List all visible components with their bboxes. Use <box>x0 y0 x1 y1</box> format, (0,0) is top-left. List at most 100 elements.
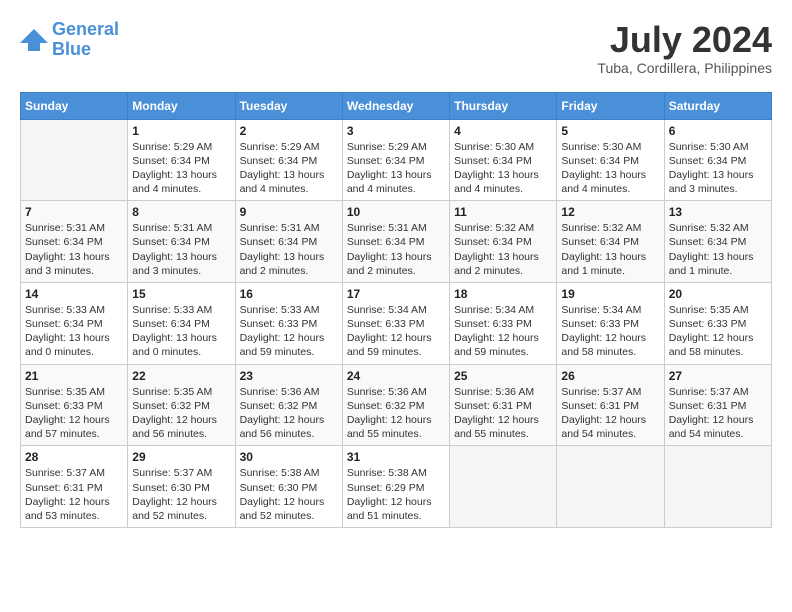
page-header: General Blue July 2024 Tuba, Cordillera,… <box>20 20 772 76</box>
day-info: Sunrise: 5:37 AM Sunset: 6:30 PM Dayligh… <box>132 466 230 523</box>
day-cell: 29 Sunrise: 5:37 AM Sunset: 6:30 PM Dayli… <box>128 446 235 528</box>
day-number: 21 <box>25 369 123 383</box>
day-number: 27 <box>669 369 767 383</box>
day-info: Sunrise: 5:38 AM Sunset: 6:30 PM Dayligh… <box>240 466 338 523</box>
week-row-4: 21 Sunrise: 5:35 AM Sunset: 6:33 PM Dayli… <box>21 364 772 446</box>
weekday-header-thursday: Thursday <box>450 92 557 119</box>
logo-line2: Blue <box>52 39 91 59</box>
day-cell: 15 Sunrise: 5:33 AM Sunset: 6:34 PM Dayli… <box>128 282 235 364</box>
day-number: 19 <box>561 287 659 301</box>
month-year: July 2024 <box>597 20 772 60</box>
day-number: 24 <box>347 369 445 383</box>
weekday-header-row: SundayMondayTuesdayWednesdayThursdayFrid… <box>21 92 772 119</box>
day-cell: 22Sunrise: 5:35 AM Sunset: 6:32 PM Dayli… <box>128 364 235 446</box>
day-info: Sunrise: 5:34 AM Sunset: 6:33 PM Dayligh… <box>561 303 659 360</box>
day-info: Sunrise: 5:31 AM Sunset: 6:34 PM Dayligh… <box>25 221 123 278</box>
day-info: Sunrise: 5:33 AM Sunset: 6:34 PM Dayligh… <box>132 303 230 360</box>
day-info: Sunrise: 5:35 AM Sunset: 6:33 PM Dayligh… <box>25 385 123 442</box>
day-number: 31 <box>347 450 445 464</box>
day-cell: 3Sunrise: 5:29 AM Sunset: 6:34 PM Daylig… <box>342 119 449 201</box>
day-cell: 2Sunrise: 5:29 AM Sunset: 6:34 PM Daylig… <box>235 119 342 201</box>
weekday-header-sunday: Sunday <box>21 92 128 119</box>
day-number: 10 <box>347 205 445 219</box>
logo-text: General Blue <box>52 20 119 60</box>
day-number: 17 <box>347 287 445 301</box>
day-info: Sunrise: 5:31 AM Sunset: 6:34 PM Dayligh… <box>240 221 338 278</box>
day-number: 6 <box>669 124 767 138</box>
day-cell: 24 Sunrise: 5:36 AM Sunset: 6:32 PM Dayli… <box>342 364 449 446</box>
day-info: Sunrise: 5:32 AM Sunset: 6:34 PM Dayligh… <box>454 221 552 278</box>
day-cell: 11 Sunrise: 5:32 AM Sunset: 6:34 PM Dayli… <box>450 201 557 283</box>
day-number: 23 <box>240 369 338 383</box>
day-info: Sunrise: 5:37 AM Sunset: 6:31 PM Dayligh… <box>669 385 767 442</box>
day-info: Sunrise: 5:29 AM Sunset: 6:34 PM Dayligh… <box>240 140 338 197</box>
day-number: 13 <box>669 205 767 219</box>
day-number: 9 <box>240 205 338 219</box>
day-number: 29 <box>132 450 230 464</box>
day-cell: 13Sunrise: 5:32 AM Sunset: 6:34 PM Dayli… <box>664 201 771 283</box>
day-info: Sunrise: 5:30 AM Sunset: 6:34 PM Dayligh… <box>454 140 552 197</box>
day-info: Sunrise: 5:29 AM Sunset: 6:34 PM Dayligh… <box>132 140 230 197</box>
day-cell: 31Sunrise: 5:38 AM Sunset: 6:29 PM Dayli… <box>342 446 449 528</box>
day-info: Sunrise: 5:32 AM Sunset: 6:34 PM Dayligh… <box>561 221 659 278</box>
logo-line1: General <box>52 19 119 39</box>
day-number: 14 <box>25 287 123 301</box>
day-info: Sunrise: 5:33 AM Sunset: 6:33 PM Dayligh… <box>240 303 338 360</box>
day-cell: 10 Sunrise: 5:31 AM Sunset: 6:34 PM Dayli… <box>342 201 449 283</box>
day-info: Sunrise: 5:31 AM Sunset: 6:34 PM Dayligh… <box>132 221 230 278</box>
day-cell: 19 Sunrise: 5:34 AM Sunset: 6:33 PM Dayli… <box>557 282 664 364</box>
logo-icon <box>20 29 48 51</box>
day-number: 11 <box>454 205 552 219</box>
day-info: Sunrise: 5:35 AM Sunset: 6:33 PM Dayligh… <box>669 303 767 360</box>
day-number: 12 <box>561 205 659 219</box>
week-row-1: 1 Sunrise: 5:29 AM Sunset: 6:34 PM Daylig… <box>21 119 772 201</box>
day-info: Sunrise: 5:36 AM Sunset: 6:32 PM Dayligh… <box>240 385 338 442</box>
day-cell: 18Sunrise: 5:34 AM Sunset: 6:33 PM Dayli… <box>450 282 557 364</box>
week-row-2: 7Sunrise: 5:31 AM Sunset: 6:34 PM Daylig… <box>21 201 772 283</box>
day-info: Sunrise: 5:34 AM Sunset: 6:33 PM Dayligh… <box>454 303 552 360</box>
day-cell: 8Sunrise: 5:31 AM Sunset: 6:34 PM Daylig… <box>128 201 235 283</box>
day-number: 16 <box>240 287 338 301</box>
day-number: 3 <box>347 124 445 138</box>
day-cell: 1 Sunrise: 5:29 AM Sunset: 6:34 PM Daylig… <box>128 119 235 201</box>
day-info: Sunrise: 5:36 AM Sunset: 6:31 PM Dayligh… <box>454 385 552 442</box>
day-cell: 25 Sunrise: 5:36 AM Sunset: 6:31 PM Dayli… <box>450 364 557 446</box>
day-number: 20 <box>669 287 767 301</box>
day-number: 26 <box>561 369 659 383</box>
day-number: 30 <box>240 450 338 464</box>
calendar-table: SundayMondayTuesdayWednesdayThursdayFrid… <box>20 92 772 528</box>
day-info: Sunrise: 5:35 AM Sunset: 6:32 PM Dayligh… <box>132 385 230 442</box>
day-number: 15 <box>132 287 230 301</box>
day-number: 1 <box>132 124 230 138</box>
day-info: Sunrise: 5:30 AM Sunset: 6:34 PM Dayligh… <box>669 140 767 197</box>
day-info: Sunrise: 5:31 AM Sunset: 6:34 PM Dayligh… <box>347 221 445 278</box>
day-cell: 16 Sunrise: 5:33 AM Sunset: 6:33 PM Dayli… <box>235 282 342 364</box>
week-row-3: 14 Sunrise: 5:33 AM Sunset: 6:34 PM Dayli… <box>21 282 772 364</box>
day-cell <box>664 446 771 528</box>
day-cell <box>450 446 557 528</box>
day-number: 5 <box>561 124 659 138</box>
day-cell <box>21 119 128 201</box>
day-cell: 17 Sunrise: 5:34 AM Sunset: 6:33 PM Dayli… <box>342 282 449 364</box>
day-cell: 5 Sunrise: 5:30 AM Sunset: 6:34 PM Daylig… <box>557 119 664 201</box>
day-cell: 9 Sunrise: 5:31 AM Sunset: 6:34 PM Daylig… <box>235 201 342 283</box>
day-info: Sunrise: 5:34 AM Sunset: 6:33 PM Dayligh… <box>347 303 445 360</box>
logo: General Blue <box>20 20 119 60</box>
day-cell: 27 Sunrise: 5:37 AM Sunset: 6:31 PM Dayli… <box>664 364 771 446</box>
day-cell: 28Sunrise: 5:37 AM Sunset: 6:31 PM Dayli… <box>21 446 128 528</box>
week-row-5: 28Sunrise: 5:37 AM Sunset: 6:31 PM Dayli… <box>21 446 772 528</box>
day-number: 28 <box>25 450 123 464</box>
weekday-header-tuesday: Tuesday <box>235 92 342 119</box>
day-info: Sunrise: 5:33 AM Sunset: 6:34 PM Dayligh… <box>25 303 123 360</box>
day-cell: 30 Sunrise: 5:38 AM Sunset: 6:30 PM Dayli… <box>235 446 342 528</box>
day-cell <box>557 446 664 528</box>
day-cell: 12 Sunrise: 5:32 AM Sunset: 6:34 PM Dayli… <box>557 201 664 283</box>
day-info: Sunrise: 5:30 AM Sunset: 6:34 PM Dayligh… <box>561 140 659 197</box>
day-cell: 14 Sunrise: 5:33 AM Sunset: 6:34 PM Dayli… <box>21 282 128 364</box>
day-info: Sunrise: 5:36 AM Sunset: 6:32 PM Dayligh… <box>347 385 445 442</box>
title-block: July 2024 Tuba, Cordillera, Philippines <box>597 20 772 76</box>
day-cell: 20 Sunrise: 5:35 AM Sunset: 6:33 PM Dayli… <box>664 282 771 364</box>
day-cell: 7Sunrise: 5:31 AM Sunset: 6:34 PM Daylig… <box>21 201 128 283</box>
day-number: 25 <box>454 369 552 383</box>
day-cell: 23 Sunrise: 5:36 AM Sunset: 6:32 PM Dayli… <box>235 364 342 446</box>
